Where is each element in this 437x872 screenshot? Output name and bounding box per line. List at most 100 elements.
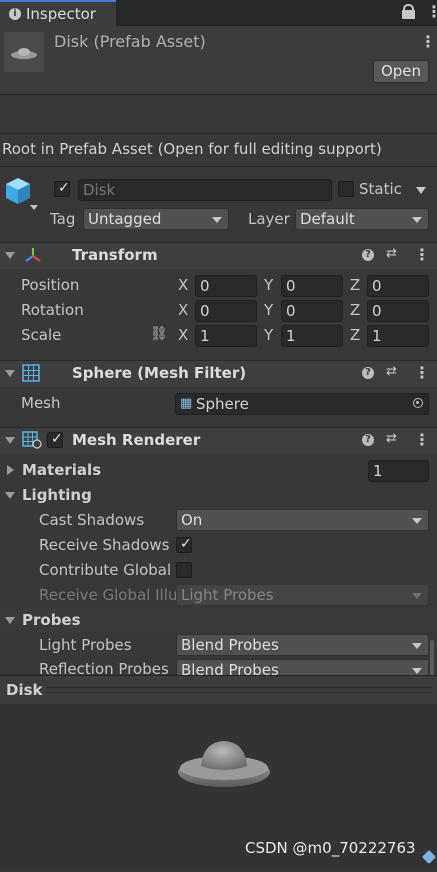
materials-count-value: 1 xyxy=(373,462,383,480)
component-menu-icon[interactable]: ⋮ xyxy=(414,432,430,448)
open-button[interactable]: Open xyxy=(373,60,429,83)
contribute-gi-label: Contribute Global I xyxy=(39,561,181,579)
checkmark-icon: ✓ xyxy=(51,431,63,447)
disk-thumbnail-icon xyxy=(11,48,37,59)
position-z-field[interactable]: 0 xyxy=(367,275,429,297)
chevron-down-icon xyxy=(412,593,422,599)
position-x-field[interactable]: 0 xyxy=(195,275,257,297)
materials-count-field[interactable]: 1 xyxy=(368,460,429,482)
chevron-down-icon xyxy=(212,217,222,223)
object-picker-icon[interactable] xyxy=(413,398,423,408)
static-dropdown-icon[interactable] xyxy=(416,187,426,194)
scale-z-field[interactable]: 1 xyxy=(367,325,429,347)
tab-title: Inspector xyxy=(26,5,96,23)
component-menu-icon[interactable]: ⋮ xyxy=(414,365,430,381)
preset-icon[interactable]: ⇄ xyxy=(386,431,397,446)
mesh-filter-title: Sphere (Mesh Filter) xyxy=(72,364,247,382)
rotation-label: Rotation xyxy=(21,301,84,319)
gameobject-name-field[interactable] xyxy=(78,179,332,201)
layer-dropdown[interactable]: Default xyxy=(295,208,429,230)
receive-gi-dropdown: Light Probes xyxy=(176,584,429,606)
light-probes-dropdown[interactable]: Blend Probes xyxy=(176,634,429,656)
icon-dropdown-arrow[interactable] xyxy=(30,205,38,210)
chevron-down-icon xyxy=(412,668,422,674)
tab-menu-icon[interactable]: ⋮ xyxy=(426,4,437,20)
tag-value: Untagged xyxy=(88,210,162,228)
scale-y-field[interactable]: 1 xyxy=(281,325,343,347)
scale-y-value: 1 xyxy=(286,327,296,345)
help-icon[interactable]: ? xyxy=(362,434,374,446)
receive-shadows-checkbox[interactable]: ✓ xyxy=(176,537,192,553)
preview-area[interactable]: CSDN @m0_70222763 xyxy=(0,704,437,868)
rotation-z-field[interactable]: 0 xyxy=(367,300,429,322)
static-label: Static xyxy=(359,180,402,198)
mesh-renderer-enabled-checkbox[interactable]: ✓ xyxy=(47,432,63,448)
help-icon[interactable]: ? xyxy=(362,249,374,261)
axis-x-label: X xyxy=(178,301,189,319)
light-probes-value: Blend Probes xyxy=(181,636,279,654)
tab-inspector[interactable]: i Inspector xyxy=(0,0,116,26)
help-icon[interactable]: ? xyxy=(362,367,374,379)
preview-header[interactable]: Disk xyxy=(0,675,437,705)
preset-icon[interactable]: ⇄ xyxy=(386,364,397,379)
light-probes-label: Light Probes xyxy=(39,636,132,654)
asset-name: Disk (Prefab Asset) xyxy=(54,32,206,51)
chevron-down-icon xyxy=(412,217,422,223)
cube-icon xyxy=(6,178,30,204)
scrollbar[interactable] xyxy=(430,640,434,676)
reflection-probes-dropdown[interactable]: Blend Probes xyxy=(176,659,429,675)
spacer xyxy=(0,94,437,134)
contribute-gi-checkbox[interactable] xyxy=(176,562,192,578)
layer-label: Layer xyxy=(248,210,290,228)
position-y-value: 0 xyxy=(286,277,296,295)
cast-shadows-label: Cast Shadows xyxy=(39,511,145,529)
layer-value: Default xyxy=(300,210,355,228)
scale-z-value: 1 xyxy=(372,327,382,345)
checkmark-icon: ✓ xyxy=(58,180,70,196)
notice-divider xyxy=(0,166,437,167)
component-menu-icon[interactable]: ⋮ xyxy=(414,247,430,263)
mesh-renderer-title: Mesh Renderer xyxy=(72,431,201,449)
probes-label[interactable]: Probes xyxy=(22,611,81,629)
position-y-field[interactable]: 0 xyxy=(281,275,343,297)
rotation-y-field[interactable]: 0 xyxy=(281,300,343,322)
lock-icon-body xyxy=(402,10,415,19)
axis-x-label: X xyxy=(178,326,189,344)
materials-label[interactable]: Materials xyxy=(22,461,101,479)
scale-x-field[interactable]: 1 xyxy=(195,325,257,347)
probes-foldout-icon[interactable] xyxy=(5,617,15,624)
rotation-x-field[interactable]: 0 xyxy=(195,300,257,322)
mesh-label: Mesh xyxy=(21,394,61,412)
axis-y-label: Y xyxy=(264,301,274,319)
receive-gi-value: Light Probes xyxy=(181,586,274,604)
mesh-grid-icon xyxy=(22,364,40,382)
foldout-arrow-icon[interactable] xyxy=(5,370,15,377)
receive-shadows-label: Receive Shadows xyxy=(39,536,170,554)
scale-label: Scale xyxy=(21,326,62,344)
axis-x-label: X xyxy=(178,276,189,294)
materials-foldout-icon[interactable] xyxy=(7,465,14,475)
cast-shadows-dropdown[interactable]: On xyxy=(176,509,429,531)
foldout-arrow-icon[interactable] xyxy=(5,437,15,444)
reflection-probes-label: Reflection Probes xyxy=(39,660,169,675)
open-button-label: Open xyxy=(380,62,422,80)
active-checkbox[interactable]: ✓ xyxy=(54,181,70,197)
static-checkbox[interactable] xyxy=(338,181,354,197)
rotation-x-value: 0 xyxy=(200,302,210,320)
axis-z-label: Z xyxy=(350,326,361,344)
lighting-label[interactable]: Lighting xyxy=(22,486,92,504)
mesh-grid-icon: ▦ xyxy=(180,396,193,411)
mesh-renderer-icon xyxy=(22,431,42,449)
foldout-arrow-icon[interactable] xyxy=(5,252,15,259)
constrain-proportions-icon[interactable]: ⛓ xyxy=(150,326,168,342)
mesh-object-field[interactable]: ▦ Sphere xyxy=(175,393,429,415)
preview-drag-handle[interactable] xyxy=(46,687,432,693)
preset-icon[interactable]: ⇄ xyxy=(386,246,397,261)
rotation-y-value: 0 xyxy=(286,302,296,320)
axis-y-label: Y xyxy=(264,276,274,294)
checkmark-icon: ✓ xyxy=(180,536,192,552)
tag-dropdown[interactable]: Untagged xyxy=(83,208,229,230)
lighting-foldout-icon[interactable] xyxy=(5,492,15,499)
asset-menu-icon[interactable]: ⋮ xyxy=(420,34,436,50)
mesh-value: Sphere xyxy=(196,395,249,413)
